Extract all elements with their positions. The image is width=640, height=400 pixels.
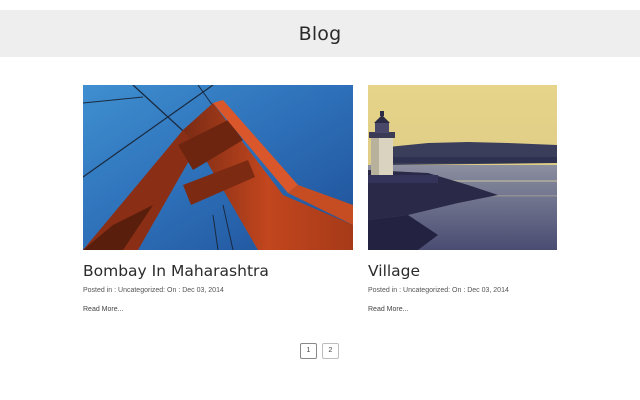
post-thumbnail-link[interactable] (83, 85, 353, 250)
page-button-1[interactable]: 1 (300, 343, 317, 359)
page-title: Blog (298, 22, 342, 45)
post-thumbnail-link[interactable] (368, 85, 557, 250)
page-header: Blog (0, 10, 640, 57)
page-button-2[interactable]: 2 (322, 343, 339, 359)
read-more-link[interactable]: Read More... (368, 305, 408, 315)
blog-post: Bombay In Maharashtra Posted in : Uncate… (83, 85, 353, 316)
read-more-link[interactable]: Read More... (83, 305, 123, 315)
lighthouse-harbor-image (368, 85, 557, 250)
golden-gate-bridge-image (83, 85, 353, 250)
blog-post: Village Posted in : Uncategorized: On : … (368, 85, 557, 316)
post-meta: Posted in : Uncategorized: On : Dec 03, … (83, 287, 224, 294)
post-meta: Posted in : Uncategorized: On : Dec 03, … (368, 287, 509, 294)
blog-page: Blog Bombay In Maharashtra Posted in: U… (0, 0, 640, 400)
post-title-link[interactable]: Bombay In Maharashtra (83, 261, 353, 281)
post-title-link[interactable]: Village (368, 261, 557, 281)
pagination: 1 2 (300, 343, 339, 359)
